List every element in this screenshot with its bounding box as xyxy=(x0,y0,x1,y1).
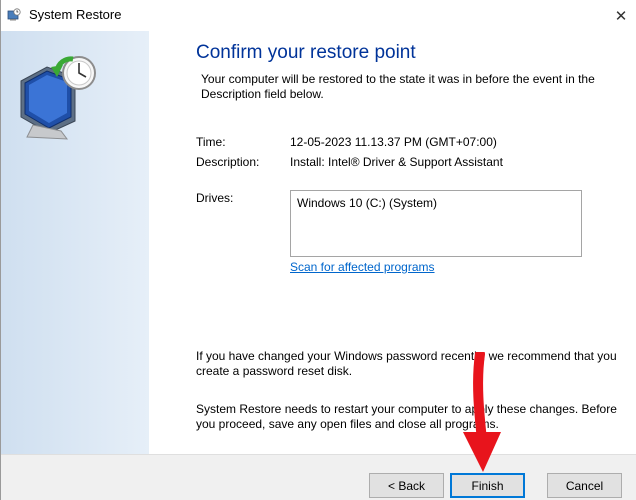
title-bar: System Restore ✕ xyxy=(1,0,636,31)
list-item[interactable]: Windows 10 (C:) (System) xyxy=(297,196,437,210)
system-restore-icon xyxy=(7,8,21,21)
description-label: Description: xyxy=(196,155,260,169)
drives-label: Drives: xyxy=(196,191,234,205)
password-note: If you have changed your Windows passwor… xyxy=(196,349,617,378)
drives-list[interactable]: Windows 10 (C:) (System) xyxy=(290,190,582,257)
back-button[interactable]: < Back xyxy=(369,473,444,498)
cancel-button[interactable]: Cancel xyxy=(547,473,622,498)
restart-note: System Restore needs to restart your com… xyxy=(196,402,617,431)
computer-clock-restore-icon xyxy=(20,56,96,140)
close-button[interactable]: ✕ xyxy=(605,0,636,31)
side-panel xyxy=(1,31,149,454)
finish-button[interactable]: Finish xyxy=(450,473,525,498)
system-restore-window: System Restore ✕ Confirm your restore po… xyxy=(0,0,636,500)
close-icon: ✕ xyxy=(614,7,628,25)
intro-text: Your computer will be restored to the st… xyxy=(201,72,595,101)
button-bar: < Back Finish Cancel xyxy=(1,454,636,500)
scan-affected-programs-link[interactable]: Scan for affected programs xyxy=(290,260,435,274)
content-area: Confirm your restore point Your computer… xyxy=(149,31,636,454)
window-title: System Restore xyxy=(29,7,122,22)
page-title: Confirm your restore point xyxy=(196,42,416,63)
time-value: 12-05-2023 11.13.37 PM (GMT+07:00) xyxy=(290,135,497,149)
description-value: Install: Intel® Driver & Support Assista… xyxy=(290,155,503,169)
time-label: Time: xyxy=(196,135,226,149)
